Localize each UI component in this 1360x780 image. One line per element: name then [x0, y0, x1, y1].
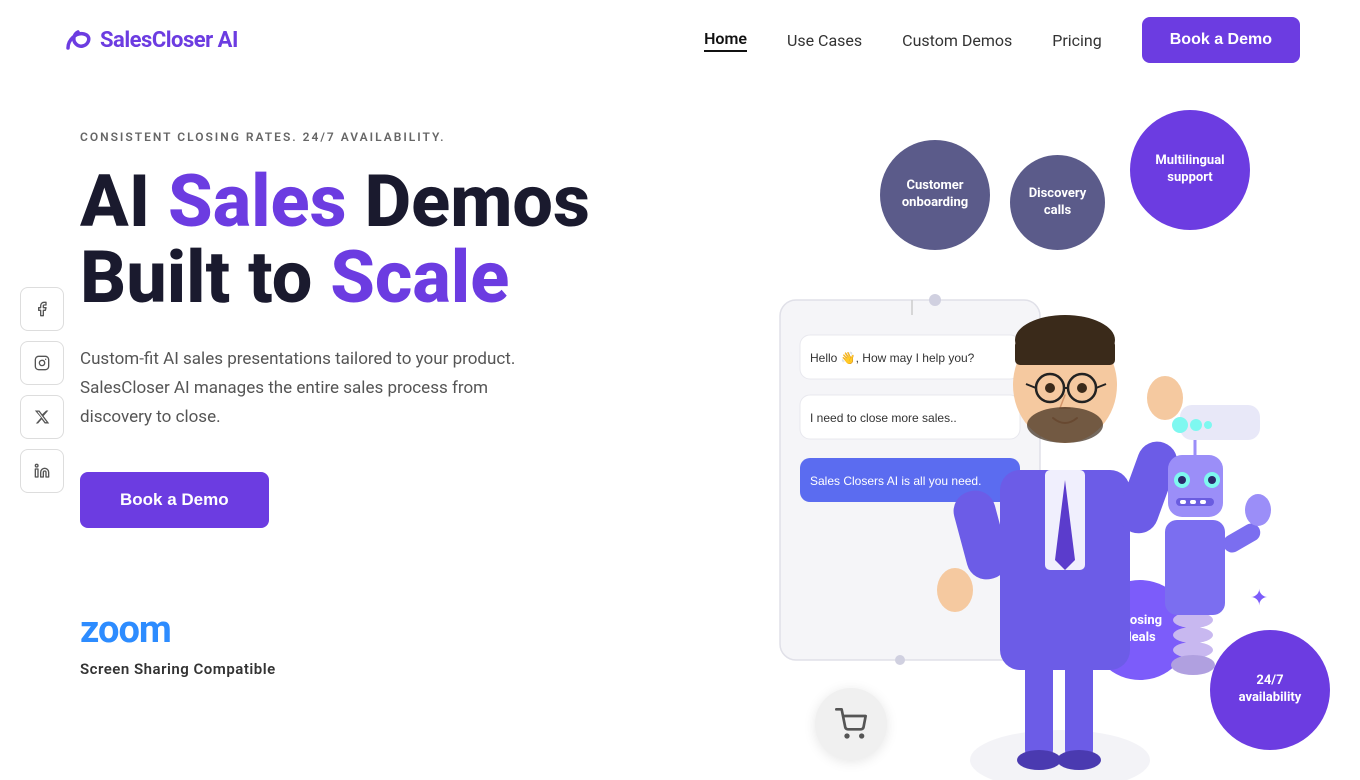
svg-text:I need to close more sales..: I need to close more sales..: [810, 411, 957, 425]
cart-circle: [815, 688, 887, 760]
hero-description: Custom-fit AI sales presentations tailor…: [80, 345, 560, 432]
svg-text:Sales Closers AI is all you ne: Sales Closers AI is all you need.: [810, 474, 981, 488]
hero-title-line1: AI Sales Demos: [80, 159, 590, 244]
person-robot-illustration: Hello 👋, How may I help you? I need to c…: [750, 140, 1310, 780]
salescloser-logo-icon: [60, 24, 92, 56]
twitter-x-icon[interactable]: [20, 395, 64, 439]
nav-custom-demos[interactable]: Custom Demos: [902, 31, 1012, 50]
hero-book-demo-button[interactable]: Book a Demo: [80, 472, 269, 528]
nav-use-cases[interactable]: Use Cases: [787, 31, 862, 50]
hero-illustration: Customeronboarding Discoverycalls Multil…: [700, 100, 1290, 780]
nav-home[interactable]: Home: [704, 29, 747, 52]
logo: SalesCloser AI: [60, 24, 238, 56]
nav-book-demo-button[interactable]: Book a Demo: [1142, 17, 1300, 63]
zoom-logo: zoom: [80, 608, 700, 652]
svg-text:✦: ✦: [1250, 586, 1268, 611]
cart-icon: [835, 708, 867, 740]
linkedin-icon[interactable]: [20, 449, 64, 493]
facebook-icon[interactable]: [20, 287, 64, 331]
hero-title: AI Sales Demos Built to Scale: [80, 164, 700, 315]
hero-content: CONSISTENT CLOSING RATES. 24/7 AVAILABIL…: [80, 100, 700, 678]
main-nav: Home Use Cases Custom Demos Pricing Book…: [704, 17, 1300, 63]
social-sidebar: [20, 287, 64, 493]
zoom-compat-text: Screen Sharing Compatible: [80, 660, 700, 678]
hero-tagline: CONSISTENT CLOSING RATES. 24/7 AVAILABIL…: [80, 130, 700, 144]
logo-text: SalesCloser AI: [100, 28, 238, 53]
nav-pricing[interactable]: Pricing: [1052, 31, 1102, 50]
instagram-icon[interactable]: [20, 341, 64, 385]
hero-title-line2: Built to Scale: [80, 235, 509, 320]
svg-text:Hello 👋, How may I help you?: Hello 👋, How may I help you?: [810, 351, 975, 365]
zoom-section: zoom Screen Sharing Compatible: [80, 608, 700, 678]
